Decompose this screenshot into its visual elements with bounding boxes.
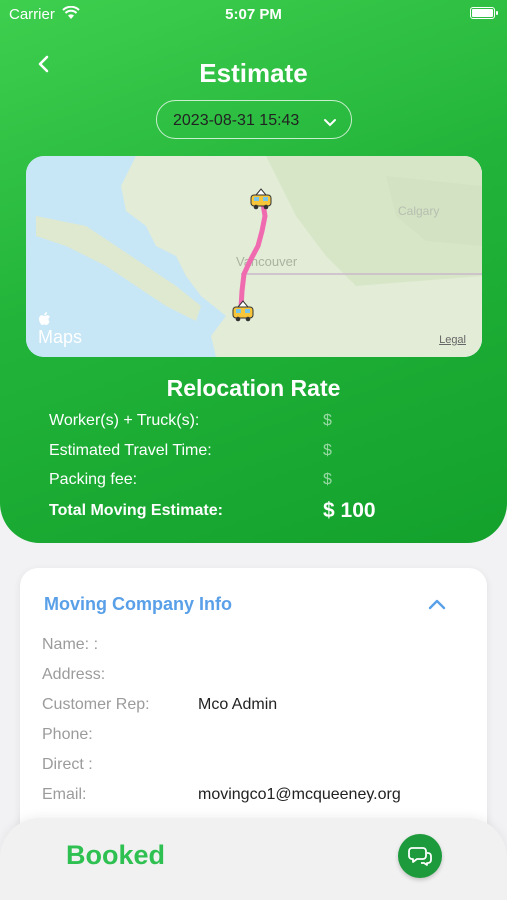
chat-icon [408, 847, 432, 866]
clock: 5:07 PM [225, 6, 282, 23]
rate-row-value: $ [323, 442, 332, 459]
selected-date: 2023-08-31 15:43 [173, 112, 300, 129]
map-label-calgary: Calgary [398, 204, 439, 218]
rate-row-label: Packing fee: [49, 471, 138, 488]
company-field-label: Address: [42, 666, 106, 683]
collapse-button[interactable] [424, 595, 450, 615]
maps-legal-link[interactable]: Legal [439, 334, 466, 346]
relocation-rate-title: Relocation Rate [166, 375, 341, 401]
page-title: Estimate [199, 58, 308, 88]
company-field-value: Mco Admin [198, 696, 278, 713]
status-bar: Carrier 5:07 PM [0, 0, 507, 30]
date-time-selector[interactable]: 2023-08-31 15:43 [156, 100, 352, 139]
company-field-label: Name: : [42, 636, 99, 653]
company-field-label: Email: [42, 786, 87, 803]
origin-truck-icon[interactable] [230, 298, 256, 324]
total-estimate-value: $ 100 [323, 499, 376, 522]
booking-status: Booked [66, 840, 166, 870]
rate-row-value: $ [323, 471, 332, 488]
maps-logo-text: Maps [38, 327, 83, 347]
apple-logo-icon [39, 312, 50, 325]
total-estimate-label: Total Moving Estimate: [49, 502, 223, 519]
chat-button[interactable] [398, 834, 442, 878]
rate-row-label: Estimated Travel Time: [49, 442, 212, 459]
rate-row-value: $ [323, 412, 332, 429]
chevron-up-icon [428, 599, 446, 610]
chevron-down-icon [323, 115, 337, 132]
destination-truck-icon[interactable] [248, 186, 274, 212]
apple-maps-logo: Maps [38, 311, 82, 348]
rate-row-label: Worker(s) + Truck(s): [49, 412, 200, 429]
company-field-value[interactable]: movingco1@mcqueeney.org [198, 786, 401, 804]
company-info-title: Moving Company Info [44, 594, 232, 614]
company-field-label: Direct : [42, 756, 93, 773]
battery-icon [470, 7, 498, 19]
company-field-label: Phone: [42, 726, 93, 743]
company-field-label: Customer Rep: [42, 696, 150, 713]
route-map[interactable]: Vancouver Calgary Maps Legal [26, 156, 482, 357]
bottom-bar: Booked [0, 818, 507, 900]
